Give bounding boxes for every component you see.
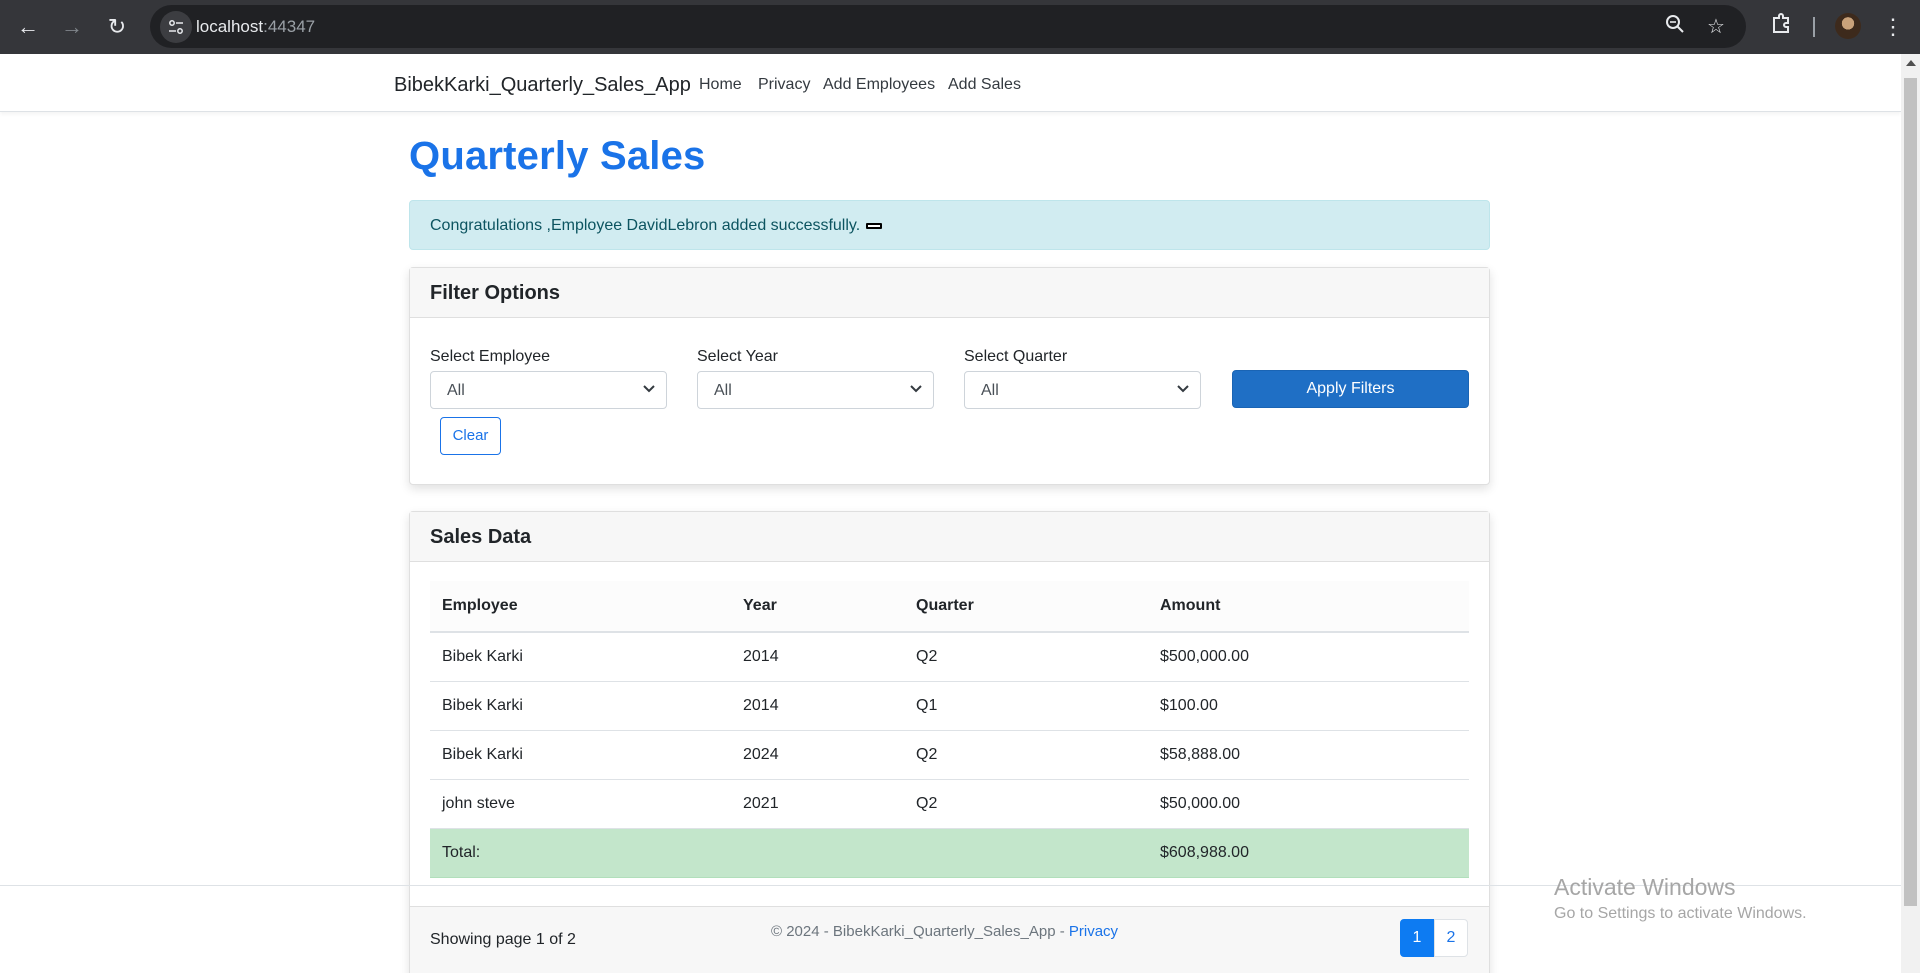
- page-info: Showing page 1 of 2: [430, 931, 576, 948]
- footer-privacy-link[interactable]: Privacy: [1069, 923, 1118, 940]
- reload-icon[interactable]: ↻: [101, 11, 133, 43]
- alert-message: Congratulations ,Employee DavidLebron ad…: [430, 217, 861, 234]
- top-navbar: BibekKarki_Quarterly_Sales_App Home Priv…: [0, 54, 1901, 112]
- total-label: Total:: [430, 828, 731, 878]
- extensions-icon[interactable]: [1766, 12, 1796, 42]
- chevron-down-icon: [910, 385, 922, 393]
- zoom-icon[interactable]: [1662, 14, 1688, 40]
- year-filter-label: Select Year: [697, 348, 778, 365]
- scroll-up-arrow-icon[interactable]: [1906, 60, 1916, 66]
- employee-select[interactable]: All: [430, 371, 667, 409]
- cell-year: 2021: [731, 779, 904, 829]
- success-alert: Congratulations ,Employee DavidLebron ad…: [409, 200, 1490, 250]
- table-row: Bibek Karki 2014 Q2 $500,000.00: [430, 632, 1469, 682]
- site-footer: © 2024 - BibekKarki_Quarterly_Sales_App …: [771, 923, 1118, 940]
- table-row: john steve 2021 Q2 $50,000.00: [430, 779, 1469, 829]
- kebab-menu-icon[interactable]: ⋮: [1880, 11, 1906, 43]
- navbar-brand[interactable]: BibekKarki_Quarterly_Sales_App: [394, 74, 691, 97]
- total-empty-cell: [731, 828, 904, 878]
- url-port: :44347: [263, 17, 316, 36]
- column-header-year: Year: [731, 581, 904, 633]
- cell-year: 2024: [731, 730, 904, 780]
- clear-filters-button[interactable]: Clear: [440, 417, 501, 455]
- footer-copyright: © 2024 - BibekKarki_Quarterly_Sales_App …: [771, 923, 1069, 940]
- watermark-subtitle: Go to Settings to activate Windows.: [1554, 905, 1807, 922]
- nav-privacy[interactable]: Privacy: [758, 76, 810, 94]
- cell-amount: $58,888.00: [1148, 730, 1469, 780]
- chevron-down-icon: [1177, 385, 1189, 393]
- forward-icon[interactable]: →: [56, 11, 88, 43]
- toolbar-separator: [1813, 17, 1815, 37]
- back-icon[interactable]: ←: [12, 11, 44, 43]
- filter-options-card: Filter Options Select Employee All Selec…: [409, 267, 1490, 485]
- year-select-value: All: [714, 382, 732, 399]
- column-header-quarter: Quarter: [904, 581, 1148, 633]
- browser-toolbar: ← → ↻ localhost:44347 ☆ ⋮: [0, 0, 1920, 54]
- url-text[interactable]: localhost:44347: [196, 17, 315, 37]
- nav-add-sales[interactable]: Add Sales: [948, 76, 1021, 94]
- table-header-row: Employee Year Quarter Amount: [430, 581, 1469, 633]
- cell-amount: $50,000.00: [1148, 779, 1469, 829]
- employee-filter-label: Select Employee: [430, 348, 551, 365]
- quarter-select-value: All: [981, 382, 999, 399]
- table-row: Bibek Karki 2024 Q2 $58,888.00: [430, 730, 1469, 780]
- cell-employee: Bibek Karki: [430, 632, 731, 682]
- site-info-icon[interactable]: [160, 11, 192, 43]
- scrollbar-thumb[interactable]: [1904, 78, 1917, 906]
- column-header-amount: Amount: [1148, 581, 1469, 633]
- total-row: Total: $608,988.00: [430, 828, 1469, 878]
- page-viewport: BibekKarki_Quarterly_Sales_App Home Priv…: [0, 54, 1901, 973]
- employee-select-value: All: [447, 382, 465, 399]
- nav-add-employees[interactable]: Add Employees: [823, 76, 935, 94]
- column-header-employee: Employee: [430, 581, 731, 633]
- bookmark-star-icon[interactable]: ☆: [1703, 14, 1729, 40]
- page-button-2[interactable]: 2: [1434, 919, 1468, 957]
- cell-employee: Bibek Karki: [430, 730, 731, 780]
- chevron-down-icon: [643, 385, 655, 393]
- pagination: 1 2: [1400, 919, 1468, 957]
- cell-quarter: Q2: [904, 730, 1148, 780]
- address-bar[interactable]: localhost:44347 ☆: [150, 5, 1746, 48]
- cell-year: 2014: [731, 632, 904, 682]
- table-row: Bibek Karki 2014 Q1 $100.00: [430, 681, 1469, 731]
- nav-home[interactable]: Home: [699, 76, 742, 94]
- year-select[interactable]: All: [697, 371, 934, 409]
- cell-employee: john steve: [430, 779, 731, 829]
- page-title: Quarterly Sales: [409, 134, 706, 178]
- cell-quarter: Q2: [904, 632, 1148, 682]
- cell-amount: $500,000.00: [1148, 632, 1469, 682]
- total-value: $608,988.00: [1148, 828, 1469, 878]
- page-scrollbar[interactable]: [1901, 54, 1920, 973]
- apply-filters-button[interactable]: Apply Filters: [1232, 370, 1469, 408]
- sales-table: Employee Year Quarter Amount Bibek Karki…: [430, 581, 1469, 878]
- total-empty-cell: [904, 828, 1148, 878]
- quarter-filter-label: Select Quarter: [964, 348, 1068, 365]
- cell-employee: Bibek Karki: [430, 681, 731, 731]
- url-host: localhost: [196, 17, 264, 36]
- sales-data-card: Sales Data Employee Year Quarter Amount …: [409, 511, 1490, 973]
- filter-card-header: Filter Options: [410, 268, 1489, 318]
- profile-avatar[interactable]: [1835, 13, 1861, 39]
- quarter-select[interactable]: All: [964, 371, 1201, 409]
- alert-close-button[interactable]: [866, 222, 883, 229]
- cell-quarter: Q2: [904, 779, 1148, 829]
- windows-activation-watermark: Activate Windows Go to Settings to activ…: [1554, 874, 1807, 923]
- page-button-1[interactable]: 1: [1400, 919, 1434, 957]
- sales-card-header: Sales Data: [410, 512, 1489, 562]
- watermark-title: Activate Windows: [1554, 874, 1736, 900]
- cell-year: 2014: [731, 681, 904, 731]
- cell-quarter: Q1: [904, 681, 1148, 731]
- cell-amount: $100.00: [1148, 681, 1469, 731]
